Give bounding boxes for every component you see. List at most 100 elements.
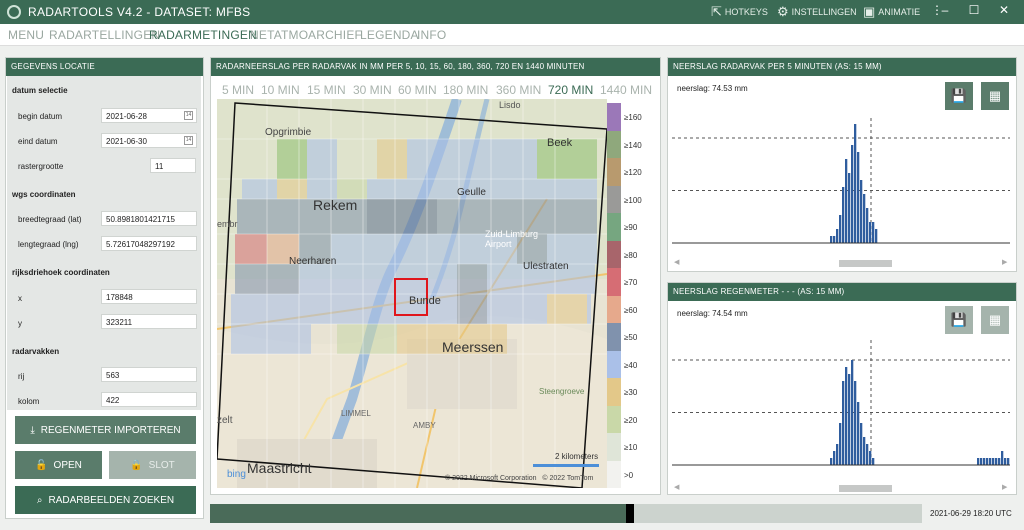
- legend-label: ≥160: [624, 113, 642, 122]
- menu-item-netatmo[interactable]: NETATMO: [250, 28, 308, 42]
- map-label-ezelt: zelt: [217, 415, 233, 426]
- legend-label: ≥120: [624, 168, 642, 177]
- chart-bar: [875, 229, 878, 243]
- chart-bar: [848, 374, 851, 465]
- scroll-right-icon[interactable]: ▶: [1002, 258, 1007, 266]
- chart-bar: [845, 159, 848, 243]
- chart-bar: [839, 215, 842, 243]
- maximize-button[interactable]: ☐: [965, 3, 983, 17]
- excel-export-button[interactable]: ▦: [981, 82, 1009, 110]
- map-label-lisdo: Lisdo: [499, 100, 521, 110]
- map-label-airport: Zuid-Limburg Airport: [485, 229, 539, 249]
- menu-item-radarmetingen[interactable]: RADARMETINGEN: [149, 28, 257, 42]
- calendar-icon[interactable]: 14: [184, 111, 193, 120]
- radar-map[interactable]: Opgrimbie Rekem Neerharen Bunde Meerssen…: [217, 99, 607, 488]
- chart-bar: [863, 194, 866, 243]
- tab-180-min[interactable]: 180 MIN: [443, 83, 488, 97]
- chart-bar: [980, 458, 983, 465]
- tab-30-min[interactable]: 30 MIN: [353, 83, 392, 97]
- chart-bar: [842, 187, 845, 243]
- y-field[interactable]: 323211: [101, 314, 197, 329]
- timeline-time: 2021-06-29 18:20 UTC: [930, 509, 1012, 518]
- save-button[interactable]: 💾: [945, 306, 973, 334]
- begin-date-value: 2021-06-28: [106, 112, 147, 121]
- gauge-chart: [672, 340, 1010, 466]
- legend-swatch: [607, 268, 621, 296]
- radar-chart-header: NEERSLAG RADARVAK PER 5 MINUTEN (AS: 15 …: [668, 58, 1016, 76]
- legend-swatch: [607, 295, 621, 323]
- radar-chart-annotation: neerslag: 74.53 mm: [677, 84, 748, 93]
- scroll-left-icon[interactable]: ◀: [674, 258, 679, 266]
- tab-720-min[interactable]: 720 MIN: [548, 83, 593, 97]
- scroll-thumb[interactable]: [839, 260, 892, 267]
- menu-item-archief[interactable]: ARCHIEF: [308, 28, 362, 42]
- map-label-meerssen: Meerssen: [442, 339, 504, 355]
- tab-5-min[interactable]: 5 MIN: [222, 83, 254, 97]
- menu-item-menu[interactable]: MENU: [8, 28, 44, 42]
- tab-15-min[interactable]: 15 MIN: [307, 83, 346, 97]
- menu-item-legenda[interactable]: LEGENDA: [360, 28, 419, 42]
- map-label-maastricht: Maastricht: [247, 460, 312, 476]
- calendar-icon[interactable]: 14: [184, 136, 193, 145]
- import-raingauge-button[interactable]: ⤓ REGENMETER IMPORTEREN: [15, 416, 196, 444]
- lng-field[interactable]: 5.72617048297192: [101, 236, 197, 251]
- raster-size-field[interactable]: 11: [150, 158, 196, 173]
- row-field[interactable]: 563: [101, 367, 197, 382]
- excel-export-button[interactable]: ▦: [981, 306, 1009, 334]
- save-icon: 💾: [950, 88, 968, 103]
- legend-swatch: [607, 350, 621, 378]
- scale-label: 2 kilometers: [555, 452, 599, 461]
- hotkeys-button[interactable]: ⇱ HOTKEYS: [711, 4, 768, 20]
- map-copyright: © 2022 Microsoft Corporation © 2022 TomT…: [445, 475, 594, 482]
- settings-button[interactable]: ⚙ INSTELLINGEN: [777, 4, 857, 20]
- scroll-left-icon[interactable]: ◀: [674, 483, 679, 491]
- chart-bar: [995, 458, 998, 465]
- begin-date-field[interactable]: 2021-06-28 14: [101, 108, 197, 123]
- radar-chart: [672, 118, 1010, 244]
- legend-label: ≥90: [624, 223, 638, 232]
- chart-bar: [869, 222, 872, 243]
- chart-bar: [1004, 458, 1007, 465]
- tab-360-min[interactable]: 360 MIN: [496, 83, 541, 97]
- column-field[interactable]: 422: [101, 392, 197, 407]
- image-icon: ▣: [863, 4, 876, 19]
- x-field[interactable]: 178848: [101, 289, 197, 304]
- scroll-thumb[interactable]: [839, 485, 892, 492]
- search-radar-images-button[interactable]: ⌕ RADARBEELDEN ZOEKEN: [15, 486, 196, 514]
- chart-bar: [866, 208, 869, 243]
- open-button[interactable]: 🔓 OPEN: [15, 451, 102, 479]
- timeline-slider[interactable]: [210, 504, 922, 523]
- chart-bar: [992, 458, 995, 465]
- tab-1440-min[interactable]: 1440 MIN: [600, 83, 652, 97]
- chart-bar: [860, 423, 863, 465]
- scroll-right-icon[interactable]: ▶: [1002, 483, 1007, 491]
- end-date-field[interactable]: 2021-06-30 14: [101, 133, 197, 148]
- minimize-button[interactable]: –: [936, 3, 954, 17]
- menu-item-info[interactable]: INFO: [417, 28, 446, 42]
- menu-item-radartellingen[interactable]: RADARTELLINGEN: [49, 28, 160, 42]
- save-button[interactable]: 💾: [945, 82, 973, 110]
- animation-button[interactable]: ▣ ANIMATIE: [863, 4, 920, 20]
- legend-label: >0: [624, 470, 634, 480]
- radar-chart-scrollbar[interactable]: ◀ ▶: [672, 259, 1010, 268]
- tab-10-min[interactable]: 10 MIN: [261, 83, 300, 97]
- map-label-neerharen: Neerharen: [289, 256, 337, 267]
- timeline-handle[interactable]: [626, 504, 635, 523]
- chart-bar: [851, 360, 854, 465]
- lat-field[interactable]: 50.8981801421715: [101, 211, 197, 226]
- radar-panel-header: RADARNEERSLAG PER RADARVAK IN MM PER 5, …: [211, 58, 660, 76]
- chart-bar: [989, 458, 992, 465]
- timeline-fill: [210, 504, 631, 523]
- tab-60-min[interactable]: 60 MIN: [398, 83, 437, 97]
- chart-bar: [986, 458, 989, 465]
- chart-bar: [854, 124, 857, 243]
- row-label: rij: [18, 372, 25, 381]
- lat-label: breedtegraad (lat): [18, 215, 82, 224]
- map-label-steengroeve: Steengroeve: [539, 387, 585, 396]
- lock-button[interactable]: 🔒 SLOT: [109, 451, 196, 479]
- close-button[interactable]: ✕: [995, 3, 1013, 17]
- lock-icon: 🔒: [130, 459, 143, 471]
- gauge-chart-scrollbar[interactable]: ◀ ▶: [672, 484, 1010, 493]
- map-label-rekem: Rekem: [313, 197, 358, 213]
- legend-swatch: [607, 130, 621, 158]
